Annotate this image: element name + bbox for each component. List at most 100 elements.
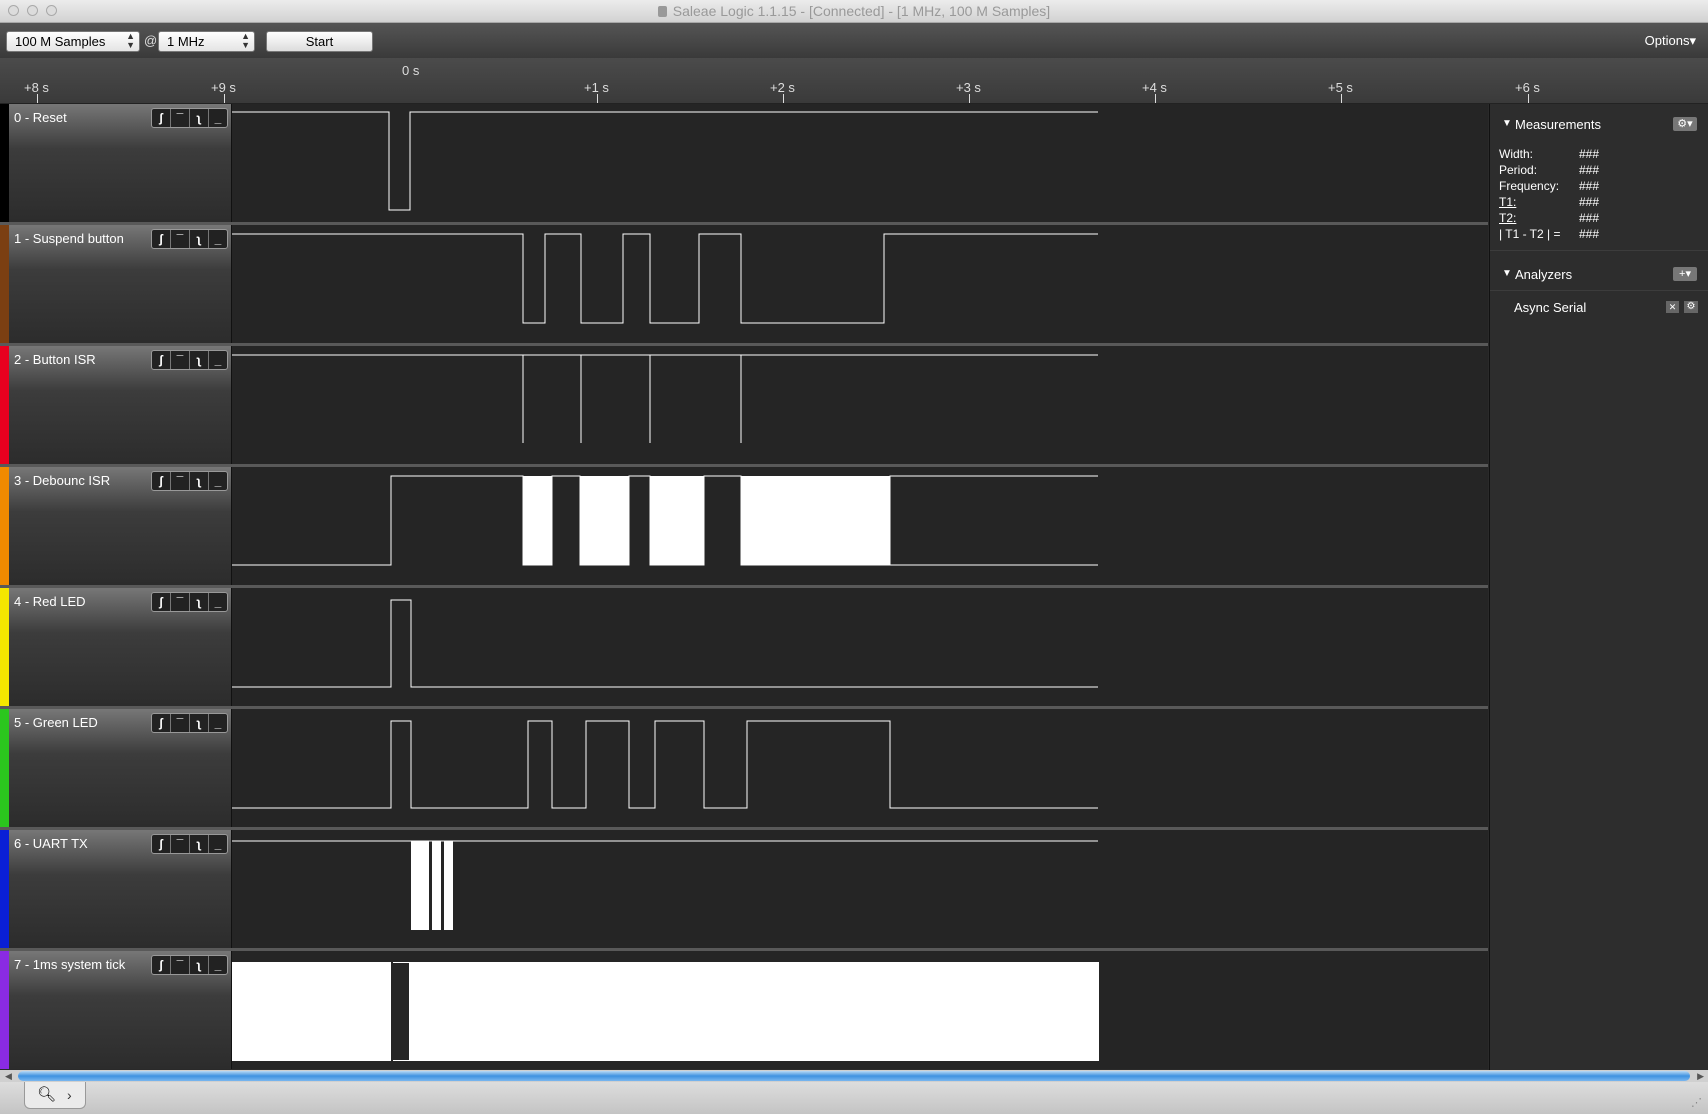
options-menu[interactable]: Options▾ (1645, 33, 1696, 49)
channel-label-panel[interactable]: 4 - Red LED ʃ ¯ ʅ _ (0, 588, 232, 706)
channel-label-panel[interactable]: 3 - Debounc ISR ʃ ¯ ʅ _ (0, 467, 232, 585)
sample-count-select[interactable]: 100 M Samples ▲ ▼ (6, 31, 140, 52)
scroll-left-icon[interactable]: ◀ (5, 1070, 12, 1082)
channel-name[interactable]: 7 - 1ms system tick (14, 957, 125, 972)
chevron-down-icon: ▾ (1689, 33, 1696, 48)
channel-waveform[interactable] (232, 104, 1488, 222)
channel-waveform[interactable] (232, 830, 1488, 948)
channel-name[interactable]: 2 - Button ISR (14, 352, 96, 367)
time-ruler[interactable]: 0 s +8 s +9 s +1 s +2 s +3 s +4 s +5 s +… (0, 58, 1708, 104)
channel-waveform[interactable] (232, 588, 1488, 706)
channel-label-panel[interactable]: 5 - Green LED ʃ ¯ ʅ _ (0, 709, 232, 827)
falling-edge-icon[interactable]: ʅ (190, 714, 209, 732)
channel-label-panel[interactable]: 0 - Reset ʃ ¯ ʅ _ (0, 104, 232, 222)
low-level-icon[interactable]: _ (209, 472, 227, 490)
window-title-text: Saleae Logic 1.1.15 - [Connected] - [1 M… (672, 3, 1051, 19)
gear-icon[interactable]: ⚙ (1684, 301, 1698, 313)
high-level-icon[interactable]: ¯ (171, 351, 190, 369)
high-level-icon[interactable]: ¯ (171, 956, 190, 974)
channel-row: 0 - Reset ʃ ¯ ʅ _ (0, 104, 1488, 225)
channel-name[interactable]: 5 - Green LED (14, 715, 98, 730)
measurement-label: Frequency: (1499, 179, 1560, 193)
measurement-label: Width: (1499, 147, 1534, 161)
rising-edge-icon[interactable]: ʃ (152, 109, 171, 127)
analyzer-item[interactable]: Async Serial (1514, 300, 1586, 315)
rising-edge-icon[interactable]: ʃ (152, 593, 171, 611)
measurement-label: Period: (1499, 163, 1538, 177)
add-analyzer-icon[interactable]: +▾ (1673, 267, 1697, 281)
channel-name[interactable]: 1 - Suspend button (14, 231, 124, 246)
high-level-icon[interactable]: ¯ (171, 230, 190, 248)
gear-icon[interactable]: ⚙▾ (1673, 117, 1697, 131)
falling-edge-icon[interactable]: ʅ (190, 956, 209, 974)
toolbar: 100 M Samples ▲ ▼ @ 1 MHz ▲ ▼ Start Option… (0, 23, 1708, 58)
title-bar: Saleae Logic 1.1.15 - [Connected] - [1 M… (0, 0, 1708, 23)
channel-name[interactable]: 3 - Debounc ISR (14, 473, 110, 488)
rising-edge-icon[interactable]: ʃ (152, 956, 171, 974)
time-tick-label: +5 s (1328, 80, 1353, 95)
channel-waveform[interactable] (232, 467, 1488, 585)
low-level-icon[interactable]: _ (209, 714, 227, 732)
low-level-icon[interactable]: _ (209, 230, 227, 248)
time-zero-label: 0 s (402, 63, 420, 78)
sample-rate-value: 1 MHz (167, 34, 205, 49)
channel-waveform[interactable] (232, 346, 1488, 464)
channel-color-swatch (0, 346, 9, 464)
low-level-icon[interactable]: _ (209, 109, 227, 127)
channel-label-panel[interactable]: 1 - Suspend button ʃ ¯ ʅ _ (0, 225, 232, 343)
chevron-right-icon[interactable]: › (67, 1087, 72, 1103)
scroll-right-icon[interactable]: ▶ (1697, 1070, 1704, 1082)
rising-edge-icon[interactable]: ʃ (152, 351, 171, 369)
trigger-buttons: ʃ ¯ ʅ _ (151, 229, 228, 249)
channel-waveform[interactable] (232, 709, 1488, 827)
disclosure-triangle-icon[interactable]: ▼ (1502, 268, 1512, 279)
rising-edge-icon[interactable]: ʃ (152, 230, 171, 248)
stepper-arrows-icon: ▲ ▼ (126, 31, 135, 50)
t1-link[interactable]: T1: ### (1499, 195, 1599, 209)
channel-waveform[interactable] (232, 225, 1488, 343)
channel-label-panel[interactable]: 6 - UART TX ʃ ¯ ʅ _ (0, 830, 232, 948)
channel-waveform[interactable] (232, 951, 1488, 1069)
measurements-header[interactable]: ▼ Measurements ⚙▾ (1490, 112, 1708, 138)
falling-edge-icon[interactable]: ʅ (190, 593, 209, 611)
rising-edge-icon[interactable]: ʃ (152, 472, 171, 490)
high-level-icon[interactable]: ¯ (171, 472, 190, 490)
high-level-icon[interactable]: ¯ (171, 593, 190, 611)
analyzers-header[interactable]: ▼ Analyzers +▾ (1490, 262, 1708, 288)
time-tick: +3 s (956, 80, 981, 103)
rising-edge-icon[interactable]: ʃ (152, 714, 171, 732)
t2-link[interactable]: T2: ### (1499, 211, 1599, 225)
search-tab[interactable]: 🔍︎ › (24, 1082, 86, 1109)
channel-name[interactable]: 6 - UART TX (14, 836, 88, 851)
low-level-icon[interactable]: _ (209, 593, 227, 611)
falling-edge-icon[interactable]: ʅ (190, 472, 209, 490)
falling-edge-icon[interactable]: ʅ (190, 835, 209, 853)
falling-edge-icon[interactable]: ʅ (190, 351, 209, 369)
horizontal-scrollbar[interactable]: ◀ ▶ (0, 1070, 1708, 1082)
close-icon[interactable]: ✕ (1666, 301, 1679, 313)
falling-edge-icon[interactable]: ʅ (190, 109, 209, 127)
channel-label-panel[interactable]: 7 - 1ms system tick ʃ ¯ ʅ _ (0, 951, 232, 1069)
rising-edge-icon[interactable]: ʃ (152, 835, 171, 853)
high-level-icon[interactable]: ¯ (171, 109, 190, 127)
low-level-icon[interactable]: _ (209, 351, 227, 369)
falling-edge-icon[interactable]: ʅ (190, 230, 209, 248)
disclosure-triangle-icon[interactable]: ▼ (1502, 118, 1512, 129)
status-bar: 🔍︎ › ⋰ (0, 1082, 1708, 1114)
channel-row: 5 - Green LED ʃ ¯ ʅ _ (0, 709, 1488, 830)
resize-grip-icon[interactable]: ⋰ (1691, 1096, 1702, 1109)
channel-name[interactable]: 4 - Red LED (14, 594, 86, 609)
measurement-row: | T1 - T2 | = ### (1499, 227, 1599, 241)
high-level-icon[interactable]: ¯ (171, 714, 190, 732)
high-level-icon[interactable]: ¯ (171, 835, 190, 853)
sample-rate-select[interactable]: 1 MHz ▲ ▼ (158, 31, 255, 52)
search-icon[interactable]: 🔍︎ (37, 1085, 56, 1103)
scrollbar-thumb[interactable] (18, 1071, 1690, 1081)
channel-name[interactable]: 0 - Reset (14, 110, 67, 125)
measurement-value: ### (1579, 195, 1600, 209)
low-level-icon[interactable]: _ (209, 835, 227, 853)
start-button[interactable]: Start (266, 31, 373, 52)
channel-label-panel[interactable]: 2 - Button ISR ʃ ¯ ʅ _ (0, 346, 232, 464)
time-tick: +5 s (1328, 80, 1353, 103)
low-level-icon[interactable]: _ (209, 956, 227, 974)
